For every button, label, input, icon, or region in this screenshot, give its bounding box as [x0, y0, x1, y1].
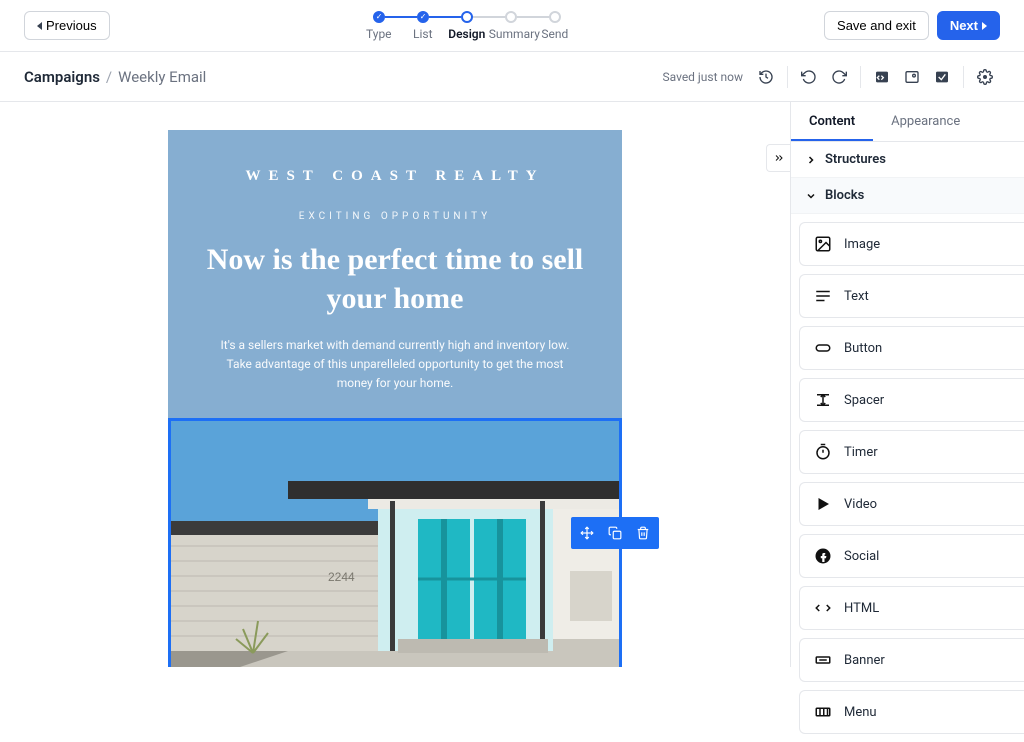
block-html[interactable]: HTML	[799, 586, 1024, 630]
image-icon	[814, 235, 832, 253]
right-panel: Content Appearance Structures Blocks Ima…	[790, 102, 1024, 667]
breadcrumb: Campaigns / Weekly Email	[24, 68, 206, 86]
section-structures[interactable]: Structures	[791, 142, 1024, 178]
email-preview: WEST COAST REALTY EXCITING OPPORTUNITY N…	[168, 130, 622, 667]
panel-collapse-button[interactable]	[766, 144, 790, 172]
tab-appearance[interactable]: Appearance	[873, 102, 978, 141]
chevron-left-icon	[37, 22, 42, 30]
timer-icon	[814, 443, 832, 461]
block-spacer[interactable]: Spacer	[799, 378, 1024, 422]
step-dot-summary[interactable]	[505, 11, 517, 23]
banner-icon	[814, 651, 832, 669]
step-label-design[interactable]: Design	[445, 27, 489, 41]
block-spacer-label: Spacer	[844, 393, 884, 408]
editor-canvas[interactable]: WEST COAST REALTY EXCITING OPPORTUNITY N…	[0, 102, 790, 667]
svg-text:2244: 2244	[328, 570, 355, 584]
video-icon	[814, 495, 832, 513]
block-video-label: Video	[844, 497, 877, 512]
block-button-label: Button	[844, 341, 882, 356]
step-dot-type[interactable]	[373, 11, 385, 23]
block-image-label: Image	[844, 237, 880, 252]
house-image: 2244	[171, 421, 619, 667]
previous-button[interactable]: Previous	[24, 11, 110, 40]
step-label-type[interactable]: Type	[357, 27, 401, 41]
step-label-send[interactable]: Send	[533, 27, 577, 41]
breadcrumb-separator: /	[106, 68, 112, 86]
block-social-label: Social	[844, 549, 879, 564]
block-button[interactable]: Button	[799, 326, 1024, 370]
section-blocks-label: Blocks	[825, 188, 864, 203]
step-label-list[interactable]: List	[401, 27, 445, 41]
save-exit-label: Save and exit	[837, 18, 916, 33]
move-icon[interactable]	[575, 521, 599, 545]
button-icon	[814, 339, 832, 357]
next-button[interactable]: Next	[937, 11, 1000, 40]
next-label: Next	[950, 18, 978, 33]
block-menu[interactable]: Menu	[799, 690, 1024, 734]
selected-image-block[interactable]: 2244	[168, 418, 622, 667]
html-icon	[814, 599, 832, 617]
block-text[interactable]: Text	[799, 274, 1024, 318]
block-text-label: Text	[844, 289, 869, 304]
eyebrow-text: EXCITING OPPORTUNITY	[198, 211, 592, 222]
preview-icon[interactable]	[897, 62, 927, 92]
undo-icon[interactable]	[794, 62, 824, 92]
block-banner[interactable]: Banner	[799, 638, 1024, 682]
social-icon	[814, 547, 832, 565]
selection-toolbar	[571, 517, 659, 549]
block-html-label: HTML	[844, 601, 879, 616]
breadcrumb-leaf: Weekly Email	[118, 68, 206, 86]
previous-label: Previous	[46, 18, 97, 33]
block-social[interactable]: Social	[799, 534, 1024, 578]
block-timer-label: Timer	[844, 445, 878, 460]
block-menu-label: Menu	[844, 705, 877, 720]
section-blocks[interactable]: Blocks	[791, 178, 1024, 214]
save-status: Saved just now	[663, 70, 743, 84]
history-icon[interactable]	[751, 62, 781, 92]
block-image[interactable]: Image	[799, 222, 1024, 266]
wizard-stepper: Type List Design Summary Send	[110, 11, 824, 41]
headline-text: Now is the perfect time to sell your hom…	[198, 240, 592, 318]
step-dot-design[interactable]	[461, 11, 473, 23]
brand-text: WEST COAST REALTY	[198, 168, 592, 185]
test-send-icon[interactable]	[927, 62, 957, 92]
spacer-icon	[814, 391, 832, 409]
hero-section[interactable]: WEST COAST REALTY EXCITING OPPORTUNITY N…	[168, 130, 622, 418]
body-text: It's a sellers market with demand curren…	[198, 336, 592, 418]
block-video[interactable]: Video	[799, 482, 1024, 526]
breadcrumb-root[interactable]: Campaigns	[24, 68, 100, 86]
chevron-right-icon	[982, 22, 987, 30]
save-exit-button[interactable]: Save and exit	[824, 11, 929, 40]
section-structures-label: Structures	[825, 152, 886, 167]
step-dot-list[interactable]	[417, 11, 429, 23]
block-banner-label: Banner	[844, 653, 885, 668]
redo-icon[interactable]	[824, 62, 854, 92]
step-label-summary[interactable]: Summary	[489, 27, 533, 41]
step-dot-send[interactable]	[549, 11, 561, 23]
settings-icon[interactable]	[970, 62, 1000, 92]
delete-icon[interactable]	[631, 521, 655, 545]
block-timer[interactable]: Timer	[799, 430, 1024, 474]
text-icon	[814, 287, 832, 305]
code-view-icon[interactable]	[867, 62, 897, 92]
menu-icon	[814, 703, 832, 721]
tab-content[interactable]: Content	[791, 102, 873, 141]
duplicate-icon[interactable]	[603, 521, 627, 545]
